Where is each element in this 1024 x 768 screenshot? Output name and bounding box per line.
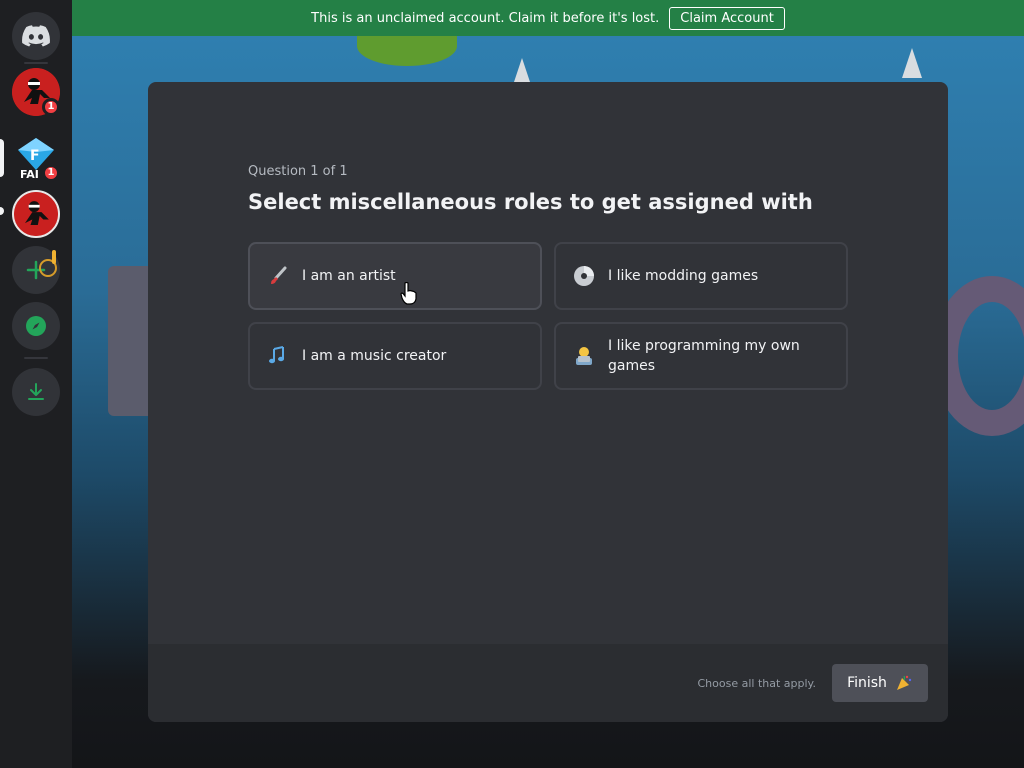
option-label: I like modding games (608, 268, 759, 284)
option-label: I like programming my own games (608, 338, 800, 374)
server-a-badge: 1 (42, 98, 60, 116)
finish-button[interactable]: Finish (832, 664, 928, 702)
compass-icon (26, 316, 46, 336)
discord-logo-icon (22, 25, 50, 47)
finish-label: Finish (847, 675, 887, 691)
claim-account-button[interactable]: Claim Account (669, 6, 785, 30)
rail-separator (24, 62, 48, 64)
background-spike (902, 48, 922, 78)
modal-footer: Choose all that apply. Finish (148, 644, 948, 722)
option-modding-games[interactable]: I like modding games (554, 242, 848, 310)
option-artist[interactable]: I am an artist (248, 242, 542, 310)
onboarding-modal: Question 1 of 1 Select miscellaneous rol… (148, 82, 948, 722)
option-label: I am a music creator (302, 348, 447, 364)
active-server-pill (0, 139, 4, 177)
question-count: Question 1 of 1 (248, 164, 348, 179)
server-b-badge: 1 (42, 164, 60, 182)
background-gem-shape (357, 36, 457, 66)
question-title: Select miscellaneous roles to get assign… (248, 190, 813, 214)
disc-icon (572, 264, 596, 288)
option-label: I am an artist (302, 268, 396, 284)
ninja-avatar-icon (14, 192, 58, 236)
hand-cursor-icon (400, 282, 417, 305)
option-music-creator[interactable]: I am a music creator (248, 322, 542, 390)
notice-text: This is an unclaimed account. Claim it b… (311, 10, 660, 26)
add-server-button[interactable] (12, 246, 60, 294)
music-notes-icon (266, 344, 290, 368)
unclaimed-account-notice: This is an unclaimed account. Claim it b… (72, 0, 1024, 36)
svg-text:FAI: FAI (20, 168, 39, 181)
paintbrush-icon (266, 264, 290, 288)
party-popper-icon (896, 675, 912, 690)
server-rail: 1 F FAI 1 (0, 0, 72, 768)
server-c-icon[interactable] (12, 190, 60, 238)
unread-server-pill (0, 207, 4, 215)
plus-icon (26, 250, 57, 280)
rail-separator (24, 357, 48, 359)
download-apps-button[interactable] (12, 368, 60, 416)
download-icon (28, 383, 44, 400)
selection-hint: Choose all that apply. (697, 676, 817, 690)
svg-text:F: F (30, 148, 40, 164)
discord-home-button[interactable] (12, 12, 60, 60)
technologist-icon (572, 344, 596, 368)
explore-servers-button[interactable] (12, 302, 60, 350)
option-programming-games[interactable]: I like programming my own games (554, 322, 848, 390)
